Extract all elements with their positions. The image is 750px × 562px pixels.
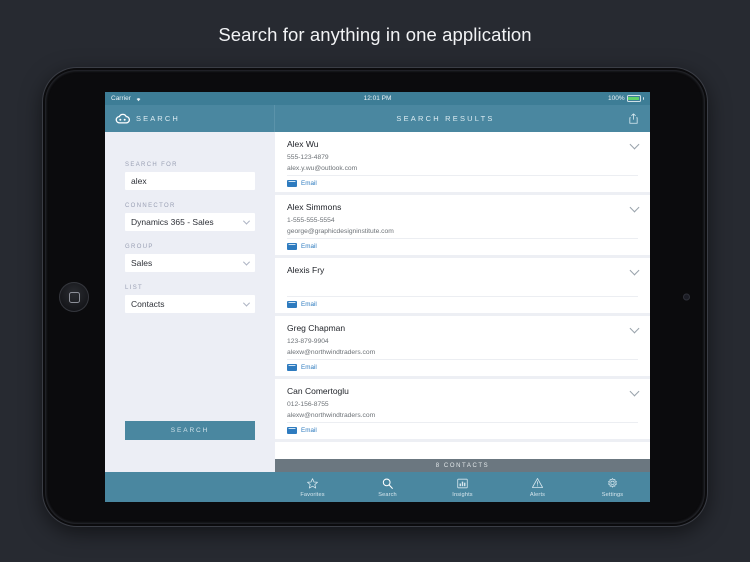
field-group: GROUP Sales — [125, 244, 255, 272]
page-title: Search for anything in one application — [218, 24, 532, 45]
field-label: GROUP — [125, 244, 154, 250]
contact-phone: 555-123-4879 — [287, 154, 329, 161]
contact-email: george@graphicdesigninstitute.com — [287, 227, 394, 235]
search-submit-button[interactable]: SEARCH — [125, 421, 255, 440]
home-button[interactable] — [59, 282, 89, 312]
battery-icon — [626, 95, 641, 102]
field-value: Dynamics 365 - Sales — [131, 217, 214, 227]
contact-name: Alex Simmons — [287, 202, 342, 212]
contact-email: alexw@northwindtraders.com — [287, 411, 376, 419]
field-value: Contacts — [131, 299, 165, 309]
tab-favorites[interactable]: Favorites — [275, 472, 350, 502]
share-icon — [628, 113, 638, 124]
app-header: SEARCH SEARCH RESULTS — [105, 105, 650, 132]
tab-label: Settings — [601, 491, 624, 498]
field-value: alex — [131, 176, 147, 186]
share-button[interactable] — [616, 113, 650, 124]
connector-select[interactable]: Dynamics 365 - Sales — [125, 213, 255, 231]
tab-label: Favorites — [300, 491, 325, 498]
contact-phone: 012-156-8755 — [287, 401, 329, 408]
chevron-down-icon — [242, 299, 251, 307]
app-brand[interactable]: SEARCH — [105, 105, 275, 132]
tab-label: Alerts — [529, 491, 546, 498]
email-action-button[interactable]: Email — [287, 359, 638, 376]
envelope-icon — [287, 243, 297, 250]
action-label: Email — [301, 180, 317, 187]
search-form-sidebar: SEARCH FOR alex CONNECTOR Dynamics 365 -… — [105, 132, 275, 472]
action-label: Email — [301, 427, 317, 434]
tab-search[interactable]: Search — [350, 472, 425, 502]
header-title: SEARCH RESULTS — [396, 114, 495, 123]
field-label: LIST — [125, 285, 144, 291]
results-pane: Alex Wu 555-123-4879 alex.y.wu@outlook.c… — [275, 132, 650, 472]
field-search-for: SEARCH FOR alex — [125, 162, 255, 190]
action-label: Email — [301, 364, 317, 371]
contact-email: alex.y.wu@outlook.com — [287, 164, 358, 172]
result-card[interactable]: Alex Wu 555-123-4879 alex.y.wu@outlook.c… — [275, 132, 650, 195]
envelope-icon — [287, 364, 297, 371]
tablet-device: Carrier 12:01 PM 100% SEARCH SEARCH RESU… — [43, 68, 707, 526]
field-label: CONNECTOR — [125, 203, 176, 209]
tab-label: Insights — [452, 491, 473, 498]
email-action-button[interactable]: Email — [287, 296, 638, 313]
results-count-footer: 8 CONTACTS — [275, 459, 650, 472]
group-select[interactable]: Sales — [125, 254, 255, 272]
bar-chart-icon — [457, 478, 468, 488]
envelope-icon — [287, 301, 297, 308]
result-card[interactable]: Can Comertoglu 012-156-8755 alexw@northw… — [275, 379, 650, 442]
envelope-icon — [287, 180, 297, 187]
battery-cap — [642, 97, 644, 100]
gear-icon — [608, 477, 617, 488]
search-icon — [382, 478, 393, 489]
action-label: Email — [301, 301, 317, 308]
alert-icon — [532, 477, 543, 488]
email-action-button[interactable]: Email — [287, 175, 638, 192]
home-button-glyph — [68, 291, 80, 303]
action-label: Email — [301, 243, 317, 250]
contact-name: Greg Chapman — [287, 323, 346, 333]
contact-name: Alexis Fry — [287, 265, 325, 275]
field-list: LIST Contacts — [125, 285, 255, 313]
contact-details-empty — [287, 280, 638, 296]
app-body: SEARCH FOR alex CONNECTOR Dynamics 365 -… — [105, 132, 650, 472]
contact-name: Can Comertoglu — [287, 386, 349, 396]
result-card[interactable]: Greg Chapman 123-879-9904 alexw@northwin… — [275, 316, 650, 379]
status-bar-right: 100% — [608, 95, 644, 102]
brand-label: SEARCH — [136, 114, 180, 123]
results-list: Alex Wu 555-123-4879 alex.y.wu@outlook.c… — [275, 132, 650, 459]
field-connector: CONNECTOR Dynamics 365 - Sales — [125, 203, 255, 231]
tab-bar: Favorites Search Insights Alerts Setting… — [105, 472, 650, 502]
result-card[interactable]: Alexis Fry Email — [275, 258, 650, 316]
email-action-button[interactable]: Email — [287, 422, 638, 439]
field-value: Sales — [131, 258, 153, 268]
contact-email: alexw@northwindtraders.com — [287, 348, 376, 356]
front-camera-icon — [683, 293, 690, 301]
tab-insights[interactable]: Insights — [425, 472, 500, 502]
search-for-input[interactable]: alex — [125, 172, 255, 190]
battery-percent-label: 100% — [607, 95, 625, 102]
contact-phone: 1-555-555-5554 — [287, 217, 335, 224]
cloud-logo-icon — [115, 113, 130, 124]
status-bar: Carrier 12:01 PM 100% — [105, 92, 650, 105]
result-card[interactable]: Alex Simmons 1-555-555-5554 george@graph… — [275, 195, 650, 258]
contact-phone: 123-879-9904 — [287, 338, 329, 345]
chevron-down-icon — [242, 217, 251, 225]
star-icon — [307, 477, 318, 488]
list-select[interactable]: Contacts — [125, 295, 255, 313]
status-bar-time: 12:01 PM — [363, 95, 392, 102]
field-label: SEARCH FOR — [125, 162, 178, 168]
device-screen: Carrier 12:01 PM 100% SEARCH SEARCH RESU… — [105, 92, 650, 502]
chevron-down-icon — [242, 258, 251, 266]
contact-name: Alex Wu — [287, 139, 319, 149]
tab-label: Search — [378, 491, 397, 498]
envelope-icon — [287, 427, 297, 434]
tab-alerts[interactable]: Alerts — [500, 472, 575, 502]
tab-settings[interactable]: Settings — [575, 472, 650, 502]
email-action-button[interactable]: Email — [287, 238, 638, 255]
